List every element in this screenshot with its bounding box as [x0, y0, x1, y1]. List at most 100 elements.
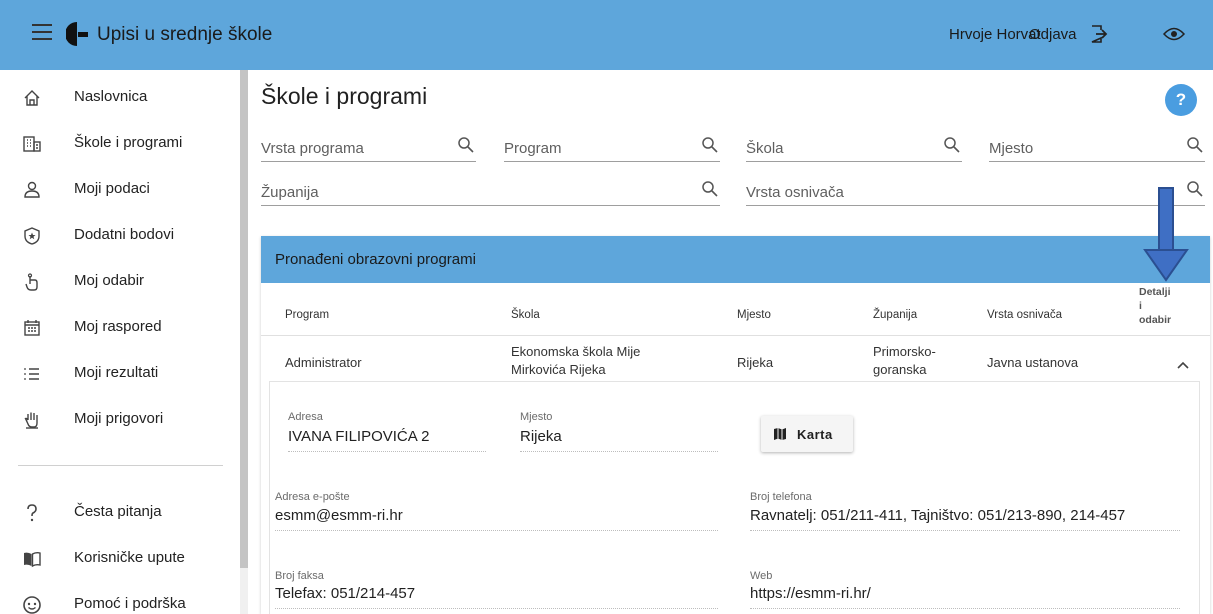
sidebar-item-label: Korisničke upute [74, 549, 185, 566]
app-title[interactable]: Upisi u srednje škole [97, 24, 272, 46]
sidebar-item-label: Moj odabir [74, 272, 145, 289]
annotation-arrow-down-icon [1143, 187, 1189, 282]
sidebar-item-moj-raspored[interactable]: Moj raspored [0, 308, 240, 348]
filter-vrsta-programa [261, 134, 476, 162]
column-header-zupanija[interactable]: Županija [873, 308, 917, 322]
column-header-skola[interactable]: Škola [511, 308, 540, 322]
karta-button[interactable]: Karta [761, 416, 853, 452]
calendar-icon [24, 320, 40, 336]
building-icon [23, 136, 41, 152]
search-icon[interactable] [943, 136, 960, 153]
cell-zupanija: Primorsko- goranska [873, 343, 936, 379]
sidebar-item-label: Škole i programi [74, 134, 183, 151]
sidebar-scrollbar[interactable] [240, 70, 248, 614]
scrollbar-thumb[interactable] [240, 70, 248, 568]
touch-icon [25, 273, 38, 291]
sidebar-item-korisnicke-upute[interactable]: Korisničke upute [0, 539, 240, 579]
search-icon[interactable] [701, 180, 718, 197]
faks-label: Broj faksa [275, 570, 324, 582]
vrsta-programa-input[interactable] [261, 140, 446, 157]
filter-vrsta-osnivaca [746, 178, 1205, 206]
results-panel-header: Pronađeni obrazovni programi [261, 236, 1210, 283]
cell-vrsta-osnivaca: Javna ustanova [987, 355, 1079, 370]
results-panel-title: Pronađeni obrazovni programi [275, 251, 476, 268]
sidebar-item-label: Česta pitanja [74, 503, 162, 520]
top-app-bar: Upisi u srednje škole Hrvoje Horvat Odja… [0, 0, 1213, 70]
page-title: Škole i programi [261, 83, 428, 109]
vrsta-osnivaca-input[interactable] [746, 184, 1175, 201]
search-icon[interactable] [1186, 136, 1203, 153]
help-button[interactable]: ? [1165, 84, 1197, 116]
column-header-mjesto[interactable]: Mjesto [737, 308, 771, 322]
telefon-label: Broj telefona [750, 491, 812, 503]
sidebar-item-label: Dodatni bodovi [74, 226, 175, 243]
mjesto-value: Rijeka [520, 428, 718, 452]
column-header-vrsta-osnivaca[interactable]: Vrsta osnivača [987, 308, 1062, 322]
cell-mjesto: Rijeka [737, 355, 774, 370]
web-value[interactable]: https://esmm-ri.hr/ [750, 585, 1180, 609]
chevron-up-icon[interactable] [1176, 360, 1190, 370]
support-icon [23, 596, 41, 614]
sidebar-divider [18, 465, 223, 466]
cell-skola: Ekonomska škola Mije Mirkovića Rijeka [511, 343, 640, 379]
column-header-i-line: i [1139, 300, 1142, 312]
home-icon [24, 90, 40, 106]
column-header-odabir-line: odabir [1139, 314, 1172, 326]
header-divider [261, 335, 1210, 336]
karta-label: Karta [797, 427, 833, 442]
telefon-value: Ravnatelj: 051/211-411, Tajništvo: 051/2… [750, 507, 1180, 531]
sidebar-nav: Naslovnica Škole i programi Moji podaci … [0, 70, 240, 614]
sidebar-item-moj-odabir[interactable]: Moj odabir [0, 262, 240, 302]
zupanija-input[interactable] [261, 184, 690, 201]
filter-program [504, 134, 720, 162]
email-label: Adresa e-pošte [275, 491, 350, 503]
user-name: Hrvoje Horvat [949, 26, 1041, 43]
skola-input[interactable] [746, 140, 932, 157]
sidebar-item-skole-i-programi[interactable]: Škole i programi [0, 124, 240, 164]
sidebar-item-label: Moji podaci [74, 180, 150, 197]
list-icon [24, 368, 39, 380]
cell-zupanija-line-1: Primorsko- [873, 344, 936, 359]
column-header-detalji-line: Detalji [1139, 286, 1171, 298]
sidebar-item-moji-rezultati[interactable]: Moji rezultati [0, 354, 240, 394]
details-panel [269, 381, 1200, 614]
program-input[interactable] [504, 140, 690, 157]
cell-skola-line-2: Mirkovića Rijeka [511, 362, 606, 377]
column-header-program[interactable]: Program [285, 308, 329, 322]
sidebar-item-naslovnica[interactable]: Naslovnica [0, 78, 240, 118]
adresa-value: IVANA FILIPOVIĆA 2 [288, 428, 486, 452]
filter-zupanija [261, 178, 720, 206]
map-icon [774, 428, 786, 440]
sidebar-item-moji-prigovori[interactable]: Moji prigovori [0, 400, 240, 440]
book-icon [24, 551, 41, 568]
email-value: esmm@esmm-ri.hr [275, 507, 718, 531]
logout-link[interactable]: Odjava [1029, 26, 1077, 43]
sidebar-item-label: Moji prigovori [74, 410, 164, 427]
results-panel: Pronađeni obrazovni programi Program Ško… [261, 236, 1210, 614]
sidebar-item-moji-podaci[interactable]: Moji podaci [0, 170, 240, 210]
faks-value: Telefax: 051/214-457 [275, 585, 718, 609]
mjesto-label: Mjesto [520, 411, 553, 423]
sidebar-item-cesta-pitanja[interactable]: Česta pitanja [0, 493, 240, 533]
sidebar-item-dodatni-bodovi[interactable]: Dodatni bodovi [0, 216, 240, 256]
sidebar-item-label: Pomoć i podrška [74, 595, 186, 612]
eye-icon[interactable] [1163, 26, 1185, 42]
mjesto-input[interactable] [989, 140, 1175, 157]
app-logo-icon [66, 22, 88, 46]
sidebar-item-label: Moji rezultati [74, 364, 159, 381]
shield-star-icon [24, 227, 40, 245]
web-label: Web [750, 570, 773, 582]
user-icon [24, 181, 40, 198]
cell-zupanija-line-2: goranska [873, 362, 927, 377]
column-header-detalji-i-odabir: Detalji i odabir [1139, 285, 1171, 327]
hand-icon [24, 412, 38, 429]
search-icon[interactable] [457, 136, 474, 153]
logout-icon[interactable] [1089, 24, 1109, 44]
hamburger-menu-icon[interactable] [32, 24, 52, 44]
adresa-label: Adresa [288, 411, 323, 423]
sidebar-item-pomoc-i-podrska[interactable]: Pomoć i podrška [0, 585, 240, 614]
search-icon[interactable] [701, 136, 718, 153]
filter-mjesto [989, 134, 1205, 162]
sidebar-item-label: Naslovnica [74, 88, 148, 105]
sidebar-item-label: Moj raspored [74, 318, 162, 335]
